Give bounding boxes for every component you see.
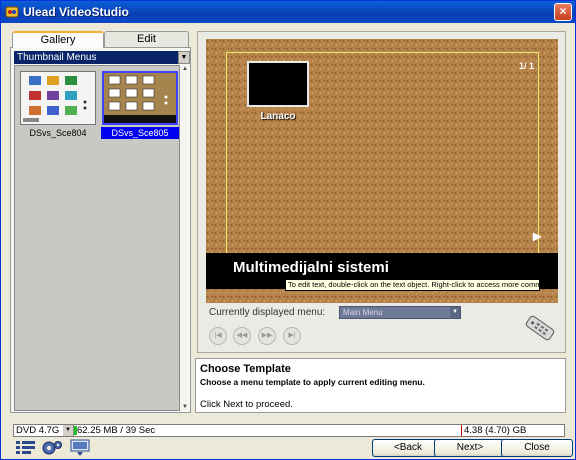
template-805-artwork xyxy=(104,73,176,123)
disc-usage-bar: DVD 4.7G ▼ 62.25 MB / 39 Sec 4.38 (4.70)… xyxy=(13,424,565,437)
scroll-down-icon[interactable]: ▼ xyxy=(181,403,189,411)
next-button-nav[interactable]: ▶▶ xyxy=(258,327,276,345)
settings-gear-icon[interactable] xyxy=(41,439,63,457)
used-space-text: 62.25 MB / 39 Sec xyxy=(77,425,156,436)
gallery-body: Thumbnail Menus ▼ DSvs_Sce804 DSvs_Sce80… xyxy=(10,47,191,413)
instructions-title: Choose Template xyxy=(200,363,291,375)
chevron-down-icon[interactable]: ▼ xyxy=(178,51,190,64)
chapter-thumbnail[interactable] xyxy=(247,61,309,107)
template-preview-image xyxy=(20,71,96,125)
menu-title-text[interactable]: Multimedijalni sistemi xyxy=(233,259,389,276)
disc-type-dropdown[interactable]: DVD 4.7G ▼ xyxy=(14,425,74,436)
menu-selector-row: Currently displayed menu: Main Menu ▼ xyxy=(209,306,561,320)
edit-tooltip: To edit text, double-click on the text o… xyxy=(285,279,558,291)
gallery-category-value: Thumbnail Menus xyxy=(17,52,97,63)
instructions-panel: Choose Template Choose a menu template t… xyxy=(195,358,566,413)
tab-edit[interactable]: Edit xyxy=(104,31,189,47)
template-thumbnail-805[interactable]: DSvs_Sce805 xyxy=(101,70,179,140)
scroll-up-icon[interactable]: ▲ xyxy=(181,65,189,73)
preview-panel: Lanaco 1/ 1 ▶ Multimedijalni sistemi To … xyxy=(197,31,566,353)
disc-type-value: DVD 4.7G xyxy=(16,425,60,436)
template-label: DSvs_Sce805 xyxy=(101,127,179,139)
instructions-body: Choose a menu template to apply current … xyxy=(200,377,425,387)
instructions-next-hint: Click Next to proceed. xyxy=(200,399,293,410)
next-button[interactable]: Next> xyxy=(434,439,506,457)
chapter-list-icon[interactable] xyxy=(15,439,37,457)
displayed-menu-value: Main Menu xyxy=(343,308,383,317)
page-indicator: 1/ 1 xyxy=(518,61,534,71)
close-button[interactable]: Close xyxy=(501,439,573,457)
gallery-category-dropdown[interactable]: Thumbnail Menus ▼ xyxy=(14,51,190,64)
last-button[interactable]: ▶| xyxy=(283,327,301,345)
template-label: DSvs_Sce804 xyxy=(29,128,87,138)
gallery-scrollbar[interactable]: ▲ ▼ xyxy=(181,65,189,411)
previous-button[interactable]: ◀◀ xyxy=(233,327,251,345)
menu-selector-label: Currently displayed menu: xyxy=(209,307,326,318)
displayed-menu-dropdown[interactable]: Main Menu ▼ xyxy=(339,306,461,319)
template-list: DSvs_Sce804 DSvs_Sce805 xyxy=(14,65,180,411)
window-title: Ulead VideoStudio xyxy=(23,5,129,19)
app-icon xyxy=(5,6,19,18)
preview-output-icon[interactable] xyxy=(69,439,91,457)
chevron-down-icon[interactable]: ▼ xyxy=(450,307,460,318)
gallery-panel: Gallery Edit Thumbnail Menus ▼ DSvs_Sce8… xyxy=(10,31,191,413)
main-window: Ulead VideoStudio × Gallery Edit Thumbna… xyxy=(0,0,576,460)
chevron-down-icon[interactable]: ▼ xyxy=(63,425,73,436)
menu-preview[interactable]: Lanaco 1/ 1 ▶ Multimedijalni sistemi To … xyxy=(206,39,558,303)
template-thumbnail-804[interactable]: DSvs_Sce804 xyxy=(19,70,97,140)
template-804-artwork xyxy=(21,72,95,124)
chapter-thumbnail-label[interactable]: Lanaco xyxy=(247,111,309,122)
tab-gallery[interactable]: Gallery xyxy=(12,31,104,48)
play-arrow-icon[interactable]: ▶ xyxy=(533,229,542,243)
capacity-text: 4.38 (4.70) GB xyxy=(464,425,527,436)
template-preview-image xyxy=(102,71,178,125)
remote-control-icon[interactable] xyxy=(520,310,560,346)
first-button[interactable]: |◀ xyxy=(209,327,227,345)
capacity-marker xyxy=(461,425,462,436)
close-window-button[interactable]: × xyxy=(554,3,572,21)
title-bar[interactable]: Ulead VideoStudio × xyxy=(1,1,575,23)
